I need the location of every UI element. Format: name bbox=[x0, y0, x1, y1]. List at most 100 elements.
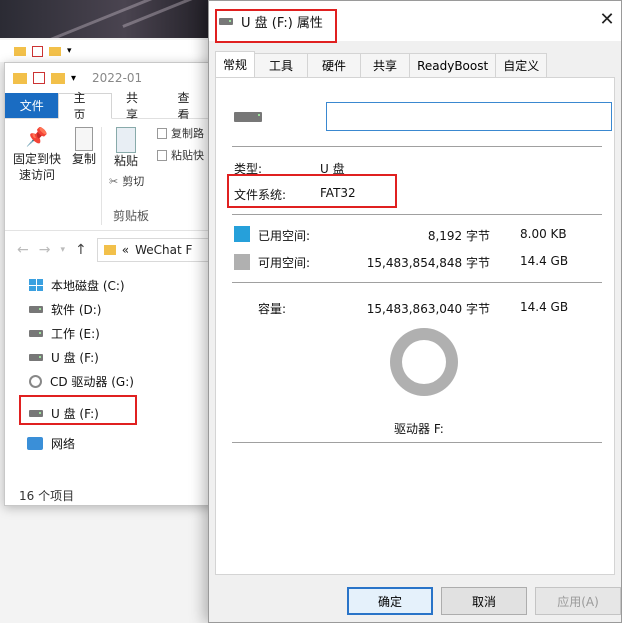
scissors-icon: ✂ bbox=[109, 174, 119, 188]
folder-icon bbox=[13, 72, 27, 84]
nav-label: 软件 (D:) bbox=[51, 302, 102, 317]
highlight-box bbox=[227, 174, 397, 208]
paste-shortcut-button[interactable]: 粘贴快 bbox=[157, 147, 204, 163]
highlight-box bbox=[19, 395, 137, 425]
divider bbox=[232, 282, 602, 283]
nav-label: 本地磁盘 (C:) bbox=[51, 278, 125, 293]
disk-usage-donut bbox=[390, 328, 458, 396]
ribbon-home: 📌 固定到快 速访问 复制 粘贴 复制路 粘贴快 ✂ 剪切 剪贴板 bbox=[5, 119, 215, 231]
forward-icon[interactable]: → bbox=[39, 242, 51, 258]
highlight-box bbox=[215, 9, 337, 43]
capacity-label: 容量: bbox=[258, 302, 287, 316]
used-space-bytes: 8,192 字节 bbox=[427, 229, 490, 243]
clipboard-icon bbox=[116, 127, 136, 153]
ribbon-group-clipboard: 剪贴板 bbox=[113, 209, 150, 223]
status-bar-item-count: 16 个项目 bbox=[19, 489, 75, 503]
used-space-swatch bbox=[234, 226, 250, 242]
capacity-bytes: 15,483,863,040 字节 bbox=[366, 302, 490, 316]
nav-item-drive-g[interactable]: CD 驱动器 (G:) bbox=[29, 371, 134, 391]
folder-icon bbox=[103, 245, 116, 255]
network-icon bbox=[27, 436, 43, 450]
paste-shortcut-label: 粘贴快 bbox=[171, 149, 204, 162]
cut-button[interactable]: ✂ 剪切 bbox=[109, 173, 144, 189]
nav-label: CD 驱动器 (G:) bbox=[50, 374, 134, 389]
properties-checkbox-icon[interactable] bbox=[33, 72, 45, 84]
ribbon-separator bbox=[101, 127, 102, 225]
dropdown-icon[interactable]: ▾ bbox=[67, 46, 72, 56]
back-icon[interactable]: ← bbox=[17, 242, 29, 258]
tab-home[interactable]: 主页 bbox=[58, 91, 112, 122]
drive-name-input[interactable] bbox=[326, 102, 612, 131]
drive-icon bbox=[29, 305, 43, 313]
windows-drive-icon bbox=[29, 279, 43, 291]
copy-icon bbox=[75, 127, 93, 151]
tab-hardware[interactable]: 硬件 bbox=[307, 53, 362, 77]
copy-button[interactable]: 复制 bbox=[67, 127, 101, 167]
cd-drive-icon bbox=[29, 374, 42, 388]
dialog-tabs: 常规 工具 硬件 共享 ReadyBoost 自定义 bbox=[215, 51, 548, 77]
nav-item-network[interactable]: 网络 bbox=[27, 433, 75, 453]
usb-drive-icon bbox=[234, 112, 262, 122]
paste-button[interactable]: 粘贴 bbox=[109, 127, 143, 169]
recent-dropdown-icon[interactable]: ▾ bbox=[60, 245, 65, 255]
folder-icon bbox=[14, 46, 26, 56]
usb-drive-icon bbox=[29, 353, 43, 361]
divider bbox=[232, 442, 602, 443]
nav-label: 网络 bbox=[51, 436, 76, 451]
nav-item-drive-e[interactable]: 工作 (E:) bbox=[29, 323, 100, 343]
address-overflow-icon[interactable]: « bbox=[122, 243, 129, 257]
nav-label: 工作 (E:) bbox=[51, 326, 100, 341]
address-bar-row: ← → ▾ ↑ « WeChat F bbox=[5, 231, 217, 269]
paste-shortcut-icon bbox=[157, 149, 167, 161]
used-space-size: 8.00 KB bbox=[520, 227, 567, 241]
pin-label: 固定到快 速访问 bbox=[12, 152, 61, 182]
copy-path-button[interactable]: 复制路 bbox=[157, 125, 204, 141]
free-space-label: 可用空间: bbox=[258, 256, 311, 270]
window-title: 2022-01 bbox=[92, 71, 143, 85]
new-folder-icon[interactable] bbox=[51, 72, 65, 84]
used-space-label: 已用空间: bbox=[258, 229, 311, 243]
tab-tools[interactable]: 工具 bbox=[254, 53, 309, 77]
quick-access-dropdown-icon[interactable]: ▾ bbox=[71, 73, 76, 84]
file-explorer-window: ▾ 2022-01 文件 主页 共享 查看 📌 固定到快 速访问 复制 粘贴 复… bbox=[4, 62, 217, 506]
background-quick-access-toolbar: ▾ bbox=[0, 40, 215, 62]
wallpaper-streak bbox=[43, 0, 157, 44]
ribbon-tabs: 文件 主页 共享 查看 bbox=[5, 91, 215, 122]
pin-to-quick-access-button[interactable]: 📌 固定到快 速访问 bbox=[9, 127, 65, 183]
copy-path-icon bbox=[157, 127, 167, 139]
checkbox-icon[interactable] bbox=[32, 45, 43, 57]
drive-icon bbox=[29, 329, 43, 337]
divider bbox=[232, 146, 602, 147]
tab-sharing[interactable]: 共享 bbox=[360, 53, 411, 77]
tab-readyboost[interactable]: ReadyBoost bbox=[409, 53, 497, 77]
address-path: WeChat F bbox=[135, 243, 193, 257]
capacity-size: 14.4 GB bbox=[520, 300, 569, 314]
close-icon[interactable]: ✕ bbox=[597, 11, 617, 31]
free-space-swatch bbox=[234, 254, 250, 270]
cut-label: 剪切 bbox=[122, 175, 145, 188]
tab-share[interactable]: 共享 bbox=[112, 91, 164, 122]
general-tab-panel: 类型: U 盘 文件系统: FAT32 已用空间: 8,192 字节 8.00 … bbox=[215, 77, 615, 575]
copy-path-label: 复制路 bbox=[171, 127, 204, 140]
tab-file[interactable]: 文件 bbox=[5, 93, 59, 118]
properties-dialog: U 盘 (F:) 属性 ✕ 常规 工具 硬件 共享 ReadyBoost 自定义… bbox=[208, 0, 622, 623]
copy-label: 复制 bbox=[71, 152, 96, 166]
paste-label: 粘贴 bbox=[113, 154, 138, 168]
divider bbox=[232, 214, 602, 215]
free-space-size: 14.4 GB bbox=[520, 254, 569, 268]
ok-button[interactable]: 确定 bbox=[347, 587, 433, 615]
folder-icon bbox=[49, 46, 61, 56]
cancel-button[interactable]: 取消 bbox=[441, 587, 527, 615]
nav-label: U 盘 (F:) bbox=[51, 350, 99, 365]
nav-item-drive-d[interactable]: 软件 (D:) bbox=[29, 299, 101, 319]
tab-general[interactable]: 常规 bbox=[215, 51, 256, 77]
up-icon[interactable]: ↑ bbox=[75, 242, 87, 258]
drive-letter-label: 驱动器 F: bbox=[394, 422, 444, 436]
nav-item-drive-f[interactable]: U 盘 (F:) bbox=[29, 347, 99, 367]
free-space-bytes: 15,483,854,848 字节 bbox=[366, 256, 490, 270]
nav-item-drive-c[interactable]: 本地磁盘 (C:) bbox=[29, 275, 125, 295]
tab-customize[interactable]: 自定义 bbox=[495, 53, 548, 77]
pin-icon: 📌 bbox=[25, 127, 49, 148]
apply-button[interactable]: 应用(A) bbox=[535, 587, 621, 615]
address-bar[interactable]: « WeChat F bbox=[96, 238, 217, 262]
